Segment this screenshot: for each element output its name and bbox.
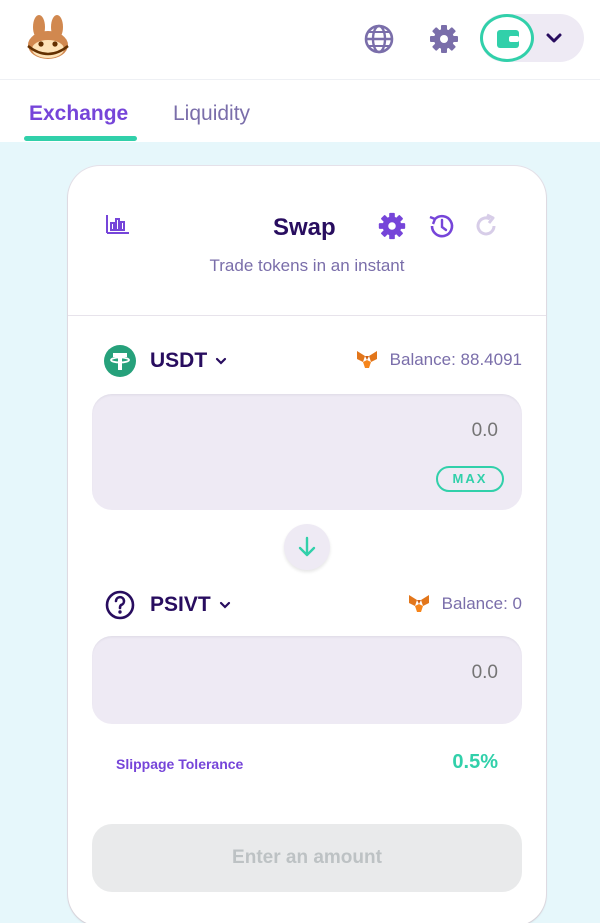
to-amount-input[interactable] [198,662,498,684]
metamask-fox-icon [356,351,377,368]
from-token-symbol: USDT [150,349,208,372]
history-button[interactable] [426,211,456,246]
active-tab-indicator [24,136,137,141]
from-balance: Balance: 88.4091 [356,350,522,370]
slippage-value[interactable]: 0.5% [452,751,498,774]
settings-button[interactable] [427,22,461,56]
wallet-menu-button[interactable] [480,14,584,62]
from-amount-input[interactable] [198,420,498,442]
slippage-label: Slippage Tolerance [116,756,244,772]
metamask-fox-icon [408,595,429,612]
history-icon [429,214,454,238]
swap-card: Swap Trade tokens in an instant USDT Bal… [68,166,546,923]
to-amount-box [92,636,522,724]
globe-icon [364,24,394,54]
from-token-row: USDT Balance: 88.4091 [68,344,546,378]
from-amount-box: MAX [92,394,522,510]
to-token-symbol: PSIVT [150,593,211,616]
max-button[interactable]: MAX [436,466,504,492]
refresh-icon [476,213,496,236]
top-nav [0,0,600,80]
language-button[interactable] [362,22,396,56]
swap-settings-button[interactable] [376,210,408,247]
enter-amount-button[interactable]: Enter an amount [92,824,522,892]
to-balance: Balance: 0 [408,594,522,614]
tab-liquidity[interactable]: Liquidity [173,102,250,126]
swap-subtitle: Trade tokens in an instant [209,256,405,275]
gear-icon [378,212,406,240]
swap-title: Swap [273,214,336,241]
chart-icon [106,215,129,234]
to-balance-text: Balance: 0 [441,594,522,613]
from-balance-text: Balance: 88.4091 [389,350,522,369]
chevron-down-icon [216,357,227,365]
arrow-down-icon [298,536,316,557]
refresh-button[interactable] [472,212,500,245]
to-token-selector[interactable]: PSIVT [104,588,232,622]
swap-liquidity-tabs: Exchange Liquidity [0,80,600,142]
from-token-selector[interactable]: USDT [104,344,228,378]
pancake-bunny-logo[interactable] [26,14,70,60]
wallet-avatar [480,14,534,62]
chart-toggle-button[interactable] [106,214,130,239]
to-token-row: PSIVT Balance: 0 [68,588,546,622]
chevron-down-icon [546,33,562,43]
usdt-token-icon [104,345,136,377]
chevron-down-icon [219,601,230,609]
wallet-icon [497,30,519,48]
gear-icon [430,25,458,53]
swap-card-header: Swap Trade tokens in an instant [68,166,546,316]
question-token-icon [105,590,135,620]
tab-exchange[interactable]: Exchange [29,102,128,126]
switch-tokens-button[interactable] [284,524,330,570]
